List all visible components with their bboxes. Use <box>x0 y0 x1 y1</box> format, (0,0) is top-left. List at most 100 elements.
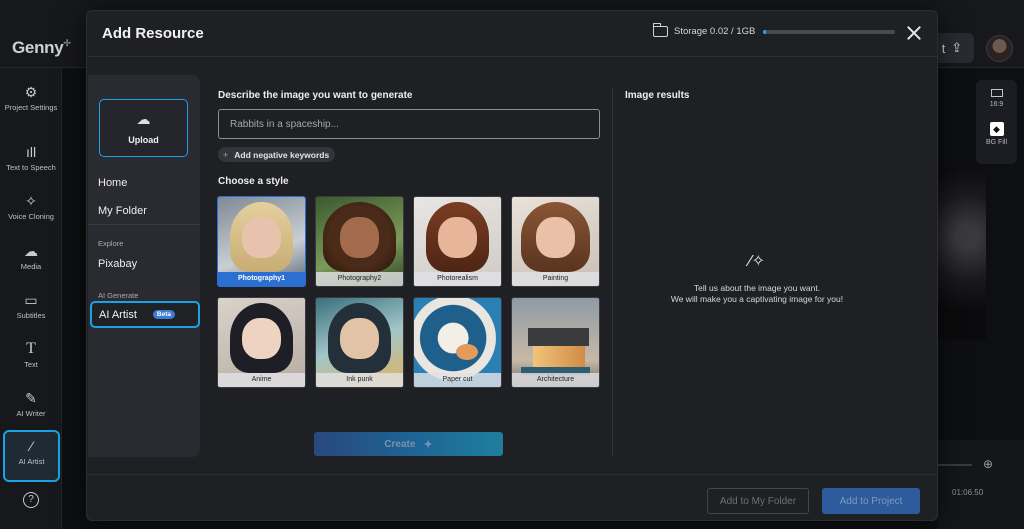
style-caption: Ink punk <box>316 373 403 387</box>
rail-voice-cloning[interactable]: ✧ Voice Cloning <box>0 193 62 222</box>
results-empty-state: ⁄✧ Tell us about the image you want. We … <box>632 251 882 306</box>
rail-label: Project Settings <box>4 103 58 112</box>
sparkle-icon: ✦ <box>423 438 433 451</box>
rail-text-to-speech[interactable]: ıll Text to Speech <box>0 144 62 173</box>
style-caption: Photorealism <box>414 272 501 286</box>
style-caption: Paper cut <box>414 373 501 387</box>
cloud-icon: ☁ <box>24 243 38 259</box>
style-caption: Painting <box>512 272 599 286</box>
magic-wand-icon: ⁄✧ <box>748 253 766 270</box>
rail-text[interactable]: T Text <box>0 341 62 370</box>
resource-nav: ☁ Upload Home My Folder Explore Pixabay … <box>88 75 200 457</box>
storage-bar-fill <box>763 29 766 34</box>
rail-ai-writer[interactable]: ✎ AI Writer <box>0 390 62 419</box>
aspect-icon <box>990 89 1003 97</box>
timeline-zoom-slider[interactable] <box>938 464 972 466</box>
style-card-photography2[interactable]: Photography2 <box>315 196 404 287</box>
style-card-painting[interactable]: Painting <box>511 196 600 287</box>
negative-keywords-label: Add negative keywords <box>234 149 330 160</box>
add-to-project-button[interactable]: Add to Project <box>822 488 920 514</box>
subtitles-icon: ▭ <box>24 292 38 308</box>
style-card-paper-cut[interactable]: Paper cut <box>413 297 502 388</box>
avatar[interactable] <box>986 35 1013 62</box>
storage-label: Storage 0.02 / 1GB <box>674 26 756 37</box>
beta-badge: Beta <box>152 310 175 319</box>
prompt-input[interactable] <box>218 109 600 139</box>
aspect-label: 16:9 <box>989 101 1004 108</box>
nav-ai-artist-label: AI Artist <box>99 308 137 321</box>
rail-ai-artist[interactable]: ⁄ AI Artist <box>3 430 60 482</box>
waveform-icon: ıll <box>25 144 37 160</box>
cloud-upload-icon: ☁ <box>136 111 151 127</box>
close-icon[interactable] <box>904 23 924 43</box>
style-card-photography1[interactable]: Photography1 <box>217 196 306 287</box>
rail-subtitles[interactable]: ▭ Subtitles <box>0 292 62 321</box>
pen-icon: ✎ <box>25 390 37 406</box>
rail-label: Voice Cloning <box>8 212 54 221</box>
style-caption: Photography1 <box>218 272 305 286</box>
add-to-my-folder-button[interactable]: Add to My Folder <box>707 488 809 514</box>
magic-wand-icon: ⁄ <box>30 438 33 454</box>
rail-label: Media <box>20 262 42 271</box>
create-label: Create <box>384 438 416 450</box>
rail-project-settings[interactable]: ⚙ Project Settings <box>0 84 62 113</box>
logo-mark-icon: ✢ <box>63 38 71 48</box>
upload-button[interactable]: ☁ Upload <box>99 99 188 157</box>
add-resource-modal: Add Resource Storage 0.02 / 1GB ☁ Upload… <box>86 10 938 521</box>
share-icon: ⇪ <box>951 40 963 55</box>
style-card-anime[interactable]: Anime <box>217 297 306 388</box>
storage-bar <box>763 29 896 34</box>
export-label: t <box>941 40 946 56</box>
help-icon: ? <box>23 492 39 508</box>
panel-divider <box>612 89 613 455</box>
style-card-photorealism[interactable]: Photorealism <box>413 196 502 287</box>
rabbit-shape <box>455 344 478 361</box>
rail-media[interactable]: ☁ Media <box>0 243 62 272</box>
text-icon: T <box>26 340 36 357</box>
timeline <box>938 440 1024 529</box>
nav-my-folder[interactable]: My Folder <box>98 205 147 217</box>
storage-indicator: Storage 0.02 / 1GB <box>652 23 896 37</box>
style-card-architecture[interactable]: Architecture <box>511 297 600 388</box>
timeline-time: 01:06.50 <box>952 488 984 497</box>
nav-divider <box>88 224 200 225</box>
voice-clone-icon: ✧ <box>25 193 37 209</box>
nav-ai-artist[interactable]: AI Artist Beta <box>90 301 200 328</box>
nav-pixabay[interactable]: Pixabay <box>98 258 137 270</box>
style-caption: Anime <box>218 373 305 387</box>
nav-section-ai-generate: AI Generate <box>98 291 139 300</box>
image-results-label: Image results <box>625 90 690 101</box>
rail-label: Text <box>24 360 38 369</box>
app-logo[interactable]: Genny✢ <box>12 38 71 58</box>
choose-style-label: Choose a style <box>218 176 289 187</box>
style-caption: Photography2 <box>316 272 403 286</box>
settings-icon: ⚙ <box>24 84 38 100</box>
style-caption: Architecture <box>512 373 599 387</box>
rail-help[interactable]: ? <box>0 492 62 512</box>
modal-header: Add Resource Storage 0.02 / 1GB <box>87 11 937 57</box>
style-card-ink-punk[interactable]: Ink punk <box>315 297 404 388</box>
zoom-in-icon[interactable]: ⊕ <box>983 457 993 471</box>
plus-icon: + <box>223 149 229 160</box>
modal-footer-divider <box>87 474 937 475</box>
rail-label: Subtitles <box>16 311 46 320</box>
add-negative-keywords-button[interactable]: + Add negative keywords <box>218 147 336 162</box>
empty-line-2: We will make you a captivating image for… <box>670 294 844 305</box>
nav-section-explore: Explore <box>98 239 124 248</box>
bg-fill-label: BG Fill <box>986 139 1007 146</box>
right-panel: 16:9 ◆ BG Fill <box>976 80 1017 164</box>
aspect-ratio-button[interactable]: 16:9 <box>976 80 1017 108</box>
create-button[interactable]: Create ✦ <box>314 432 503 456</box>
left-rail: ⚙ Project Settings ıll Text to Speech ✧ Voi… <box>0 68 62 529</box>
folder-icon <box>652 23 668 37</box>
rail-label: AI Writer <box>16 409 46 418</box>
bg-fill-button[interactable]: ◆ BG Fill <box>976 108 1017 146</box>
canvas-preview <box>938 168 986 340</box>
describe-label: Describe the image you want to generate <box>218 90 413 101</box>
nav-home[interactable]: Home <box>98 177 127 189</box>
rail-label: AI Artist <box>18 457 45 466</box>
bg-fill-icon: ◆ <box>989 122 1004 136</box>
upload-label: Upload <box>128 135 159 145</box>
modal-title: Add Resource <box>102 25 204 42</box>
rail-label: Text to Speech <box>6 163 56 172</box>
